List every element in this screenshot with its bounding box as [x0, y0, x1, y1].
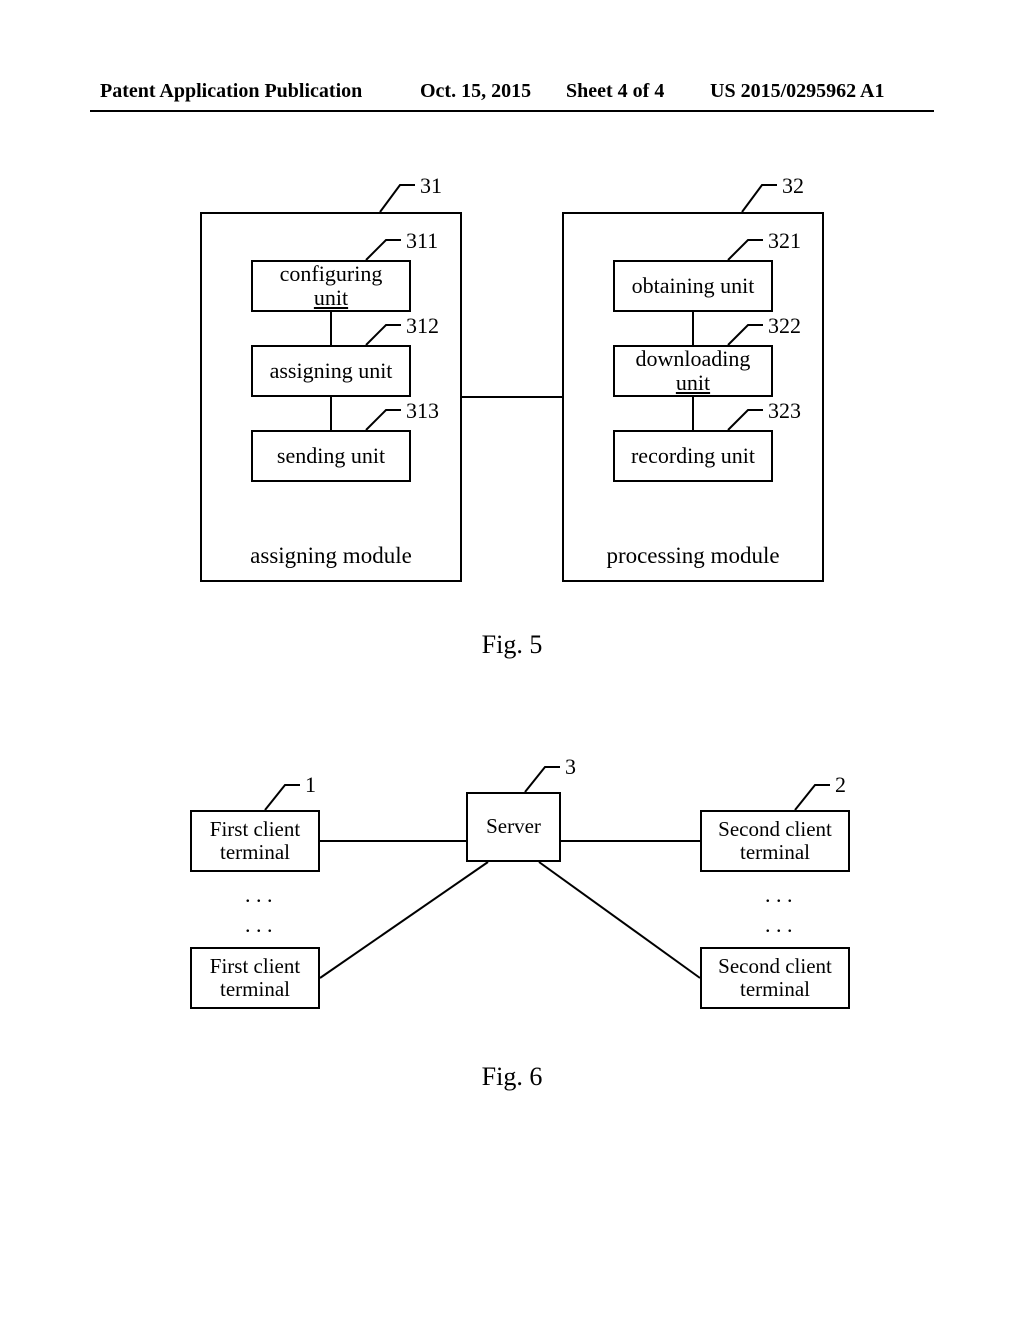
- figure-6-caption: Fig. 6: [0, 1062, 1024, 1092]
- figure-5-caption: Fig. 5: [0, 630, 1024, 660]
- publication-number: US 2015/0295962 A1: [710, 80, 884, 103]
- publication-date: Oct. 15, 2015: [420, 80, 531, 103]
- ref-313: 313: [406, 398, 439, 424]
- ref-31: 31: [420, 173, 442, 199]
- figure-5: assigning module processing module confi…: [0, 170, 1024, 610]
- sheet-number: Sheet 4 of 4: [566, 80, 664, 103]
- publication-label: Patent Application Publication: [100, 80, 362, 103]
- ref-3: 3: [565, 754, 576, 780]
- ref-311: 311: [406, 228, 438, 254]
- ref-321: 321: [768, 228, 801, 254]
- ref-1: 1: [305, 772, 316, 798]
- fig5-lines: [0, 170, 1024, 610]
- patent-figure-page: Patent Application Publication Oct. 15, …: [0, 0, 1024, 1320]
- ref-312: 312: [406, 313, 439, 339]
- page-header: Patent Application Publication Oct. 15, …: [0, 80, 1024, 108]
- figure-6: Server First client terminal Second clie…: [0, 762, 1024, 1092]
- ref-2: 2: [835, 772, 846, 798]
- ref-32: 32: [782, 173, 804, 199]
- header-rule: [90, 110, 934, 112]
- ref-323: 323: [768, 398, 801, 424]
- ref-322: 322: [768, 313, 801, 339]
- fig6-lines: [0, 762, 1024, 1092]
